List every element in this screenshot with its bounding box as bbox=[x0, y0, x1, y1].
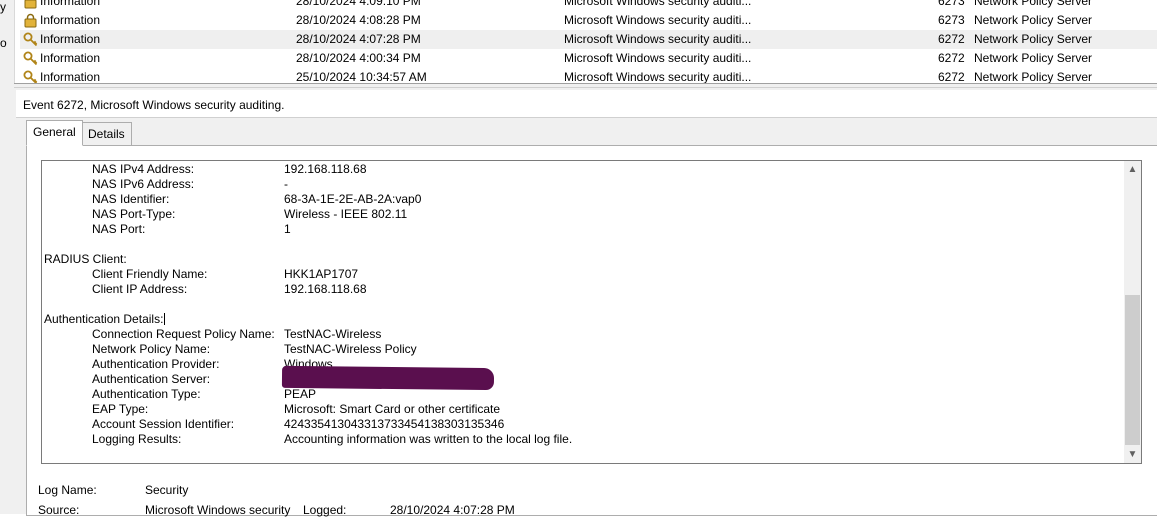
source-value: Microsoft Windows security bbox=[145, 503, 291, 517]
field-label: Client IP Address: bbox=[92, 282, 188, 296]
field-label: NAS Port-Type: bbox=[92, 207, 176, 221]
event-title-bar: Event 6272, Microsoft Windows security a… bbox=[16, 90, 1157, 118]
field-label: Authentication Type: bbox=[92, 387, 201, 401]
log-name-value: Security bbox=[145, 483, 189, 497]
left-panel-edge: y o bbox=[0, 0, 15, 514]
event-list-row[interactable]: Information 28/10/2024 4:07:28 PM Microsof… bbox=[20, 30, 1157, 49]
field-label: Account Session Identifier: bbox=[92, 417, 235, 431]
left-panel-char: y bbox=[0, 0, 6, 14]
field-label: Network Policy Name: bbox=[92, 342, 211, 356]
source-label: Source: bbox=[38, 503, 80, 517]
field-value: 192.168.118.68 bbox=[284, 162, 367, 176]
field-value: Accounting information was written to th… bbox=[284, 432, 573, 446]
field-value: 424335413043313733454138303135346 bbox=[284, 417, 505, 431]
event-list-row[interactable]: Information 28/10/2024 4:09:10 PM Microsof… bbox=[20, 0, 1157, 11]
key-icon bbox=[23, 51, 38, 66]
event-source: Microsoft Windows security auditi... bbox=[564, 32, 752, 46]
field-label: Authentication Server: bbox=[92, 372, 211, 386]
event-source: Microsoft Windows security auditi... bbox=[564, 0, 752, 8]
field-value: 192.168.118.68 bbox=[284, 282, 367, 296]
event-id: 6273 bbox=[938, 0, 965, 8]
event-list-row[interactable]: Information 28/10/2024 4:00:34 PM Microsof… bbox=[20, 49, 1157, 68]
left-panel-char: o bbox=[0, 36, 7, 50]
event-level: Information bbox=[40, 51, 101, 65]
text-cursor bbox=[164, 313, 166, 325]
event-source: Microsoft Windows security auditi... bbox=[564, 13, 752, 27]
event-date: 28/10/2024 4:07:28 PM bbox=[296, 32, 421, 46]
event-id: 6272 bbox=[938, 51, 965, 65]
field-label: NAS Port: bbox=[92, 222, 146, 236]
section-header-radius-client: RADIUS Client: bbox=[44, 252, 127, 266]
event-details-pane: Event 6272, Microsoft Windows security a… bbox=[14, 88, 1157, 517]
field-label: NAS IPv4 Address: bbox=[92, 162, 195, 176]
field-value: Wireless - IEEE 802.11 bbox=[284, 207, 408, 221]
field-label: Logging Results: bbox=[92, 432, 182, 446]
key-icon bbox=[23, 32, 38, 47]
field-value: 1 bbox=[284, 222, 291, 236]
event-description-textbox[interactable]: NAS IPv4 Address: 192.168.118.68 NAS IPv… bbox=[41, 160, 1142, 464]
logged-label: Logged: bbox=[303, 503, 347, 517]
field-value: Microsoft: Smart Card or other certifica… bbox=[284, 402, 501, 416]
field-label: NAS Identifier: bbox=[92, 192, 170, 206]
event-title: Event 6272, Microsoft Windows security a… bbox=[23, 98, 285, 112]
event-level: Information bbox=[40, 32, 101, 46]
section-header-authentication-details: Authentication Details: bbox=[44, 312, 166, 327]
event-source: Microsoft Windows security auditi... bbox=[564, 51, 752, 65]
event-task-category: Network Policy Server bbox=[974, 13, 1093, 27]
vertical-scrollbar[interactable]: ▲ ▼ bbox=[1124, 161, 1141, 463]
event-list-row[interactable]: Information 28/10/2024 4:08:28 PM Microsof… bbox=[20, 11, 1157, 30]
event-id: 6272 bbox=[938, 32, 965, 46]
field-value: 68-3A-1E-2E-AB-2A:vap0 bbox=[284, 192, 422, 206]
event-id: 6273 bbox=[938, 13, 965, 27]
general-tab-content: NAS IPv4 Address: 192.168.118.68 NAS IPv… bbox=[26, 145, 1157, 517]
field-label: Client Friendly Name: bbox=[92, 267, 208, 281]
redaction-mark bbox=[281, 365, 495, 391]
event-date: 28/10/2024 4:09:10 PM bbox=[296, 0, 421, 8]
field-value: TestNAC-Wireless Policy bbox=[284, 342, 417, 356]
event-date: 28/10/2024 4:00:34 PM bbox=[296, 51, 421, 65]
event-date: 28/10/2024 4:08:28 PM bbox=[296, 13, 421, 27]
field-label: Connection Request Policy Name: bbox=[92, 327, 275, 341]
field-label: EAP Type: bbox=[92, 402, 149, 416]
scroll-down-icon[interactable]: ▼ bbox=[1124, 446, 1141, 463]
field-value: TestNAC-Wireless bbox=[284, 327, 382, 341]
log-name-label: Log Name: bbox=[38, 483, 97, 497]
section-header-text: Authentication Details: bbox=[44, 312, 164, 326]
lock-icon bbox=[23, 0, 38, 9]
tab-details[interactable]: Details bbox=[81, 122, 132, 146]
scroll-thumb[interactable] bbox=[1125, 295, 1140, 445]
event-task-category: Network Policy Server bbox=[974, 0, 1093, 8]
scroll-up-icon[interactable]: ▲ bbox=[1124, 161, 1141, 178]
event-level: Information bbox=[40, 0, 101, 8]
event-task-category: Network Policy Server bbox=[974, 32, 1093, 46]
field-label: Authentication Provider: bbox=[92, 357, 220, 371]
event-level: Information bbox=[40, 13, 101, 27]
field-value: HKK1AP1707 bbox=[284, 267, 359, 281]
field-label: NAS IPv6 Address: bbox=[92, 177, 195, 191]
event-task-category: Network Policy Server bbox=[974, 51, 1093, 65]
lock-icon bbox=[23, 13, 38, 28]
event-list: Information 28/10/2024 4:09:10 PM Microsof… bbox=[20, 0, 1157, 87]
field-value: - bbox=[284, 177, 288, 191]
field-value: PEAP bbox=[284, 387, 317, 401]
tab-general[interactable]: General bbox=[26, 120, 83, 146]
logged-value: 28/10/2024 4:07:28 PM bbox=[390, 503, 515, 517]
